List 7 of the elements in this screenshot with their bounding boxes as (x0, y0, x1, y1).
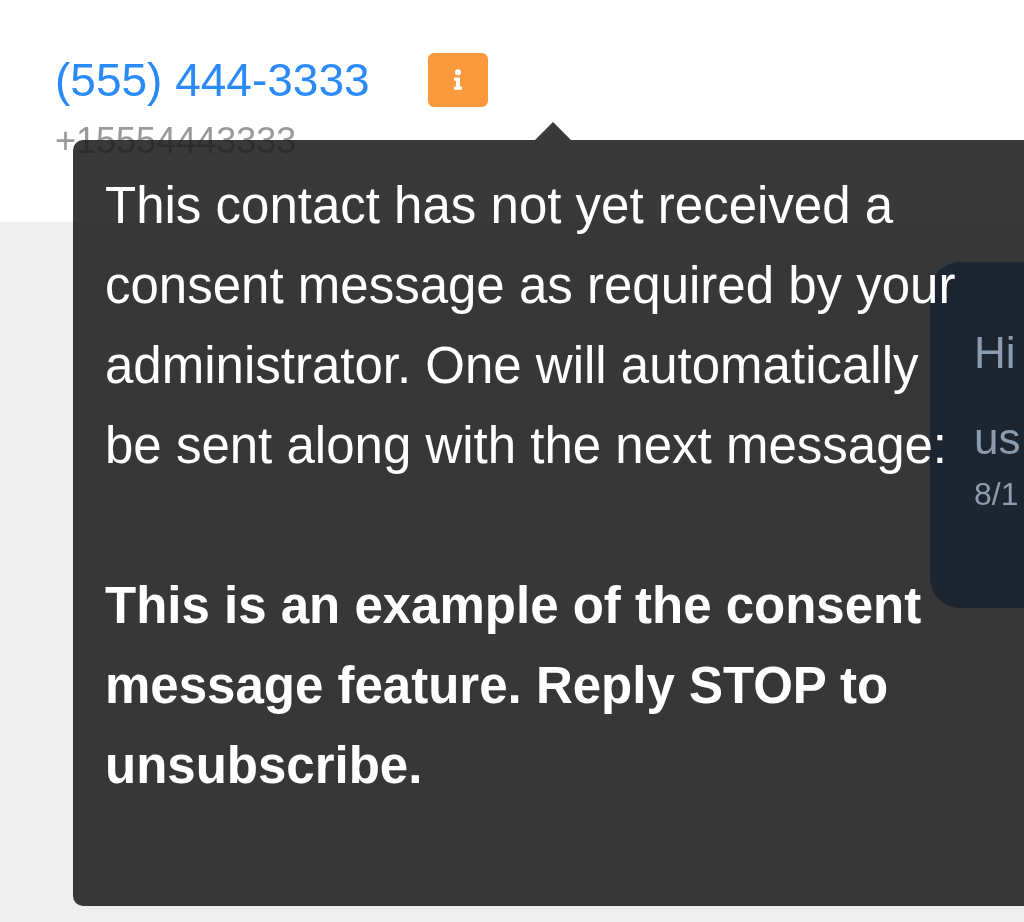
phone-number[interactable]: (555) 444-3333 (55, 52, 370, 108)
message-text: Hi (974, 327, 1016, 379)
tooltip-text: This contact has not yet received a consent message as required by your administrator. One will automatically be sent along with the next message: (105, 176, 957, 476)
info-icon[interactable] (427, 53, 488, 107)
message-time: 8/1 (974, 476, 1019, 512)
message-text: us (974, 413, 1021, 465)
tooltip-text: This is an example of the consent message feature. Reply STOP to unsubscribe. (105, 576, 923, 796)
